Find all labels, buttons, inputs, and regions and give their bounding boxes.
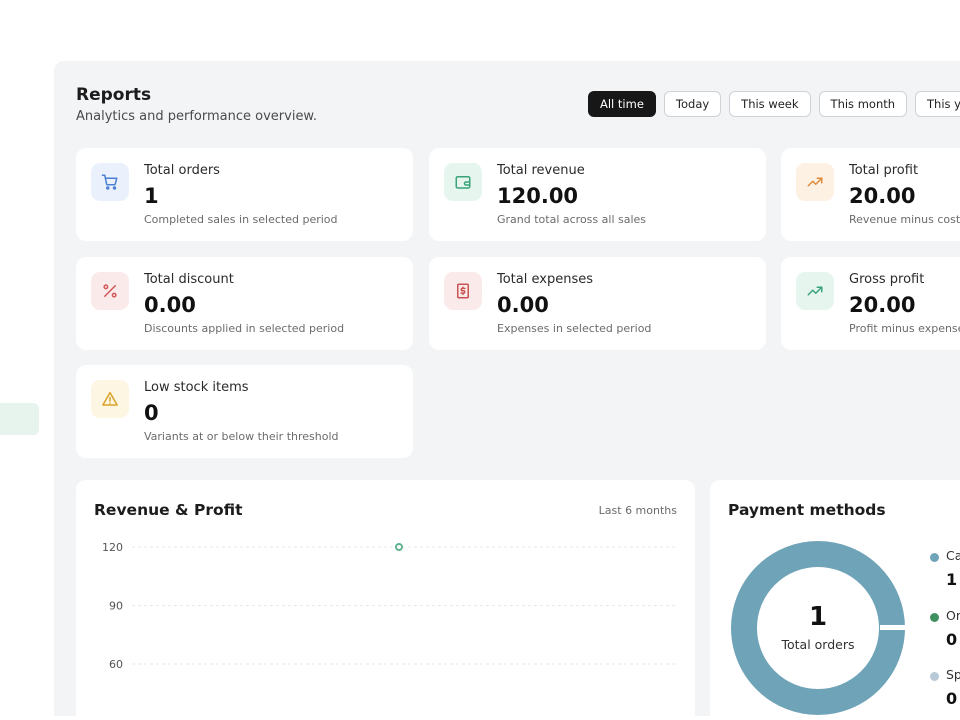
donut-center-value: 1	[808, 602, 828, 632]
card-value: 120.00	[497, 184, 579, 208]
card-label: Total revenue	[497, 163, 585, 178]
card-description: Variants at or below their threshold	[144, 430, 339, 443]
page-subtitle: Analytics and performance overview.	[76, 109, 318, 124]
card-description: Profit minus expenses	[849, 322, 960, 335]
filter-all-time[interactable]: All time	[588, 91, 656, 117]
card-label: Low stock items	[144, 380, 249, 395]
card-value: 1	[144, 184, 159, 208]
card-total-discount: Total discount 0.00 Discounts applied in…	[76, 257, 413, 350]
card-value: 0.00	[144, 293, 196, 317]
percent-icon	[91, 272, 129, 310]
card-low-stock-items: Low stock items 0 Variants at or below t…	[76, 365, 413, 458]
legend-name: On	[946, 608, 960, 623]
card-total-revenue: Total revenue 120.00 Grand total across …	[429, 148, 766, 241]
card-label: Gross profit	[849, 272, 925, 287]
main-content: Reports Analytics and performance overvi…	[54, 61, 960, 716]
payment-donut-chart	[731, 541, 906, 715]
filter-today[interactable]: Today	[663, 91, 722, 117]
card-description: Completed sales in selected period	[144, 213, 338, 226]
card-gross-profit: Gross profit 20.00 Profit minus expenses	[781, 257, 960, 350]
y-tick-label: 90	[109, 600, 123, 613]
wallet-icon	[444, 163, 482, 201]
card-total-profit: Total profit 20.00 Revenue minus cost	[781, 148, 960, 241]
card-value: 20.00	[849, 184, 916, 208]
data-point[interactable]	[395, 543, 403, 551]
card-label: Total orders	[144, 163, 220, 178]
period-filters: All time Today This week This month This…	[588, 91, 960, 117]
filter-this-year[interactable]: This year	[915, 91, 960, 117]
cart-icon	[91, 163, 129, 201]
card-total-expenses: Total expenses 0.00 Expenses in selected…	[429, 257, 766, 350]
legend-name: Sp	[946, 667, 960, 682]
card-value: 20.00	[849, 293, 916, 317]
y-tick-label: 60	[109, 658, 123, 671]
receipt-icon	[444, 272, 482, 310]
page-title: Reports	[76, 85, 152, 105]
card-value: 0.00	[497, 293, 549, 317]
card-value: 0	[144, 401, 159, 425]
card-total-orders: Total orders 1 Completed sales in select…	[76, 148, 413, 241]
payment-methods-panel: Payment methods 1 Total orders Ca 1 On 0…	[710, 480, 960, 716]
trending-up-icon	[796, 272, 834, 310]
donut-center-label: Total orders	[781, 637, 855, 652]
revenue-profit-chart: 120 90 60	[102, 541, 676, 671]
legend-dot	[930, 613, 939, 622]
card-description: Grand total across all sales	[497, 213, 647, 226]
card-description: Expenses in selected period	[497, 322, 652, 335]
card-label: Total discount	[144, 272, 234, 287]
sidebar-active-item[interactable]	[0, 403, 39, 435]
legend-dot	[930, 553, 939, 562]
y-tick-label: 120	[102, 541, 123, 554]
filter-this-month[interactable]: This month	[818, 91, 908, 117]
legend-value: 0	[946, 630, 958, 649]
legend-name: Ca	[946, 548, 960, 563]
filter-this-week[interactable]: This week	[729, 91, 811, 117]
card-label: Total profit	[849, 163, 919, 178]
warning-icon	[91, 380, 129, 418]
legend-dot	[930, 672, 939, 681]
revenue-profit-panel: Revenue & Profit Last 6 months 120 90 60	[76, 480, 695, 716]
card-label: Total expenses	[497, 272, 593, 287]
legend-value: 1	[946, 570, 958, 589]
card-description: Discounts applied in selected period	[144, 322, 345, 335]
trending-up-icon	[796, 163, 834, 201]
card-description: Revenue minus cost	[849, 213, 960, 226]
legend-value: 0	[946, 689, 958, 708]
